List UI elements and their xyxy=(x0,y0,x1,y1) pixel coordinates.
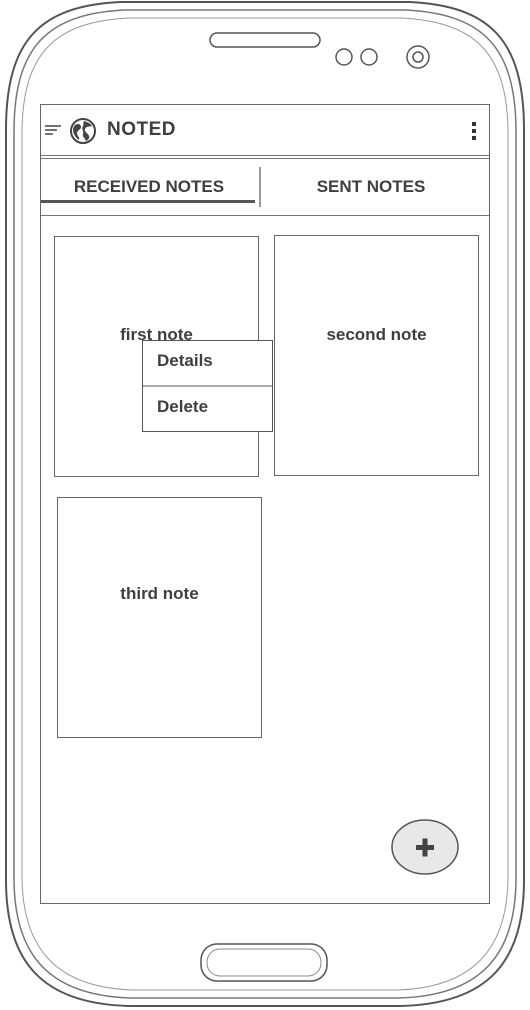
note-card-third[interactable]: third note xyxy=(57,497,262,738)
tab-bar: RECEIVED NOTES SENT NOTES xyxy=(41,158,489,216)
home-button xyxy=(200,943,328,982)
more-vertical-icon[interactable] xyxy=(471,121,477,141)
hamburger-icon[interactable] xyxy=(45,124,61,136)
note-title: second note xyxy=(326,325,427,344)
add-note-button[interactable] xyxy=(390,817,460,877)
menu-item-details[interactable]: Details xyxy=(143,341,272,385)
selected-tab-indicator xyxy=(41,200,255,203)
front-camera xyxy=(335,48,353,66)
speaker-slot xyxy=(209,32,321,48)
tab-received-notes[interactable]: RECEIVED NOTES xyxy=(41,159,257,215)
note-title: third note xyxy=(120,584,199,603)
note-card-second[interactable]: second note xyxy=(274,235,479,476)
proximity-sensor xyxy=(360,48,378,66)
app-screen: NOTED RECEIVED NOTES SENT NOTES first no… xyxy=(40,104,490,904)
tab-sent-notes[interactable]: SENT NOTES xyxy=(261,159,481,215)
note-context-menu: Details Delete xyxy=(142,340,273,432)
app-title: NOTED xyxy=(107,119,176,140)
app-bar: NOTED xyxy=(41,105,489,156)
globe-icon xyxy=(70,118,96,144)
menu-item-delete[interactable]: Delete xyxy=(143,387,272,431)
